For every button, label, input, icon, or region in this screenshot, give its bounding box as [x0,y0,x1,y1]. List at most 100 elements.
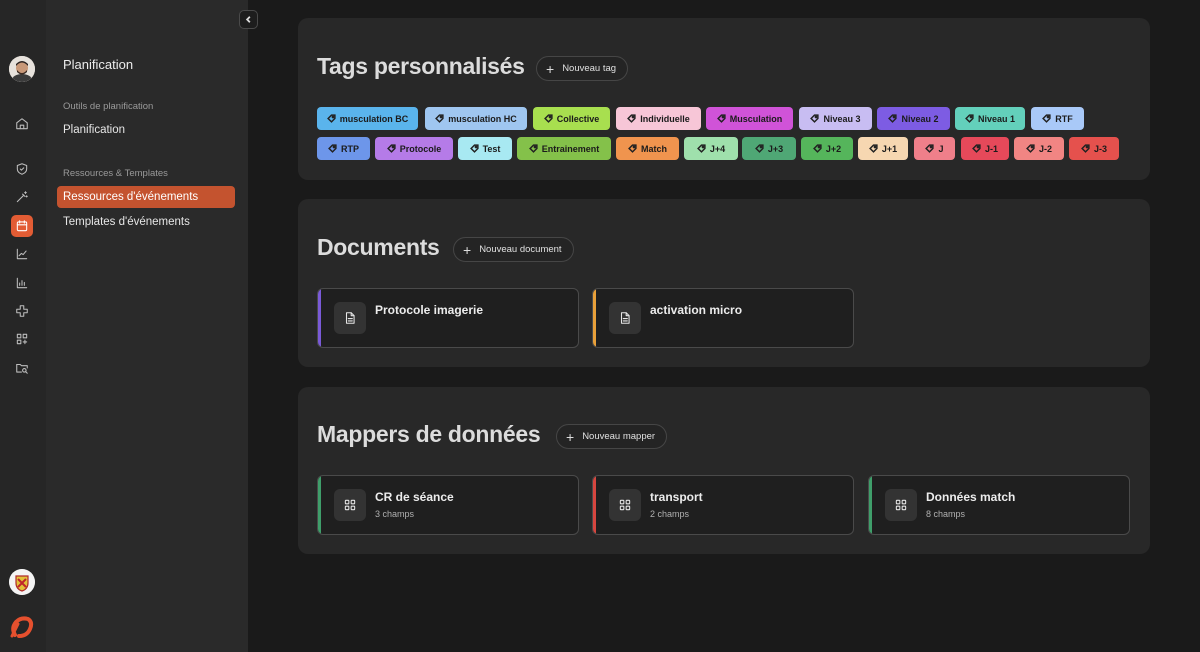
tag-label: Test [482,143,501,154]
tag-chip[interactable]: Niveau 3 [799,107,872,130]
tag-chip[interactable]: Niveau 1 [955,107,1025,130]
new-mapper-button[interactable]: + Nouveau mapper [556,424,668,449]
tag-icon [696,144,706,153]
tag-icon [386,144,396,153]
tag-chip[interactable]: RTF [1031,107,1084,130]
document-icon [334,302,366,334]
mapper-field-count: 3 champs [375,509,415,519]
sidebar-title: Planification [63,57,134,72]
tag-chip[interactable]: J+3 [742,137,796,160]
tag-chip[interactable]: J-3 [1069,137,1119,160]
tag-label: J+3 [767,143,784,154]
new-document-button[interactable]: + Nouveau document [453,237,574,262]
tag-chip[interactable]: J [914,137,955,160]
tags-heading: Tags personnalisés [317,53,525,79]
calendar-icon[interactable] [11,215,33,237]
tag-chip[interactable]: Match [616,137,679,160]
tag-icon [810,114,820,123]
grid-plus-icon[interactable] [11,328,33,350]
tag-chip[interactable]: J-2 [1014,137,1064,160]
tag-label: Match [640,143,667,154]
folder-search-icon[interactable] [11,357,33,379]
tag-chip[interactable]: J+4 [684,137,738,160]
tag-icon [328,144,337,153]
collapse-sidebar-button[interactable] [239,10,258,29]
tag-chip[interactable]: Entrainement [517,137,611,160]
document-card[interactable]: Protocole imagerie [317,288,579,348]
tag-icon [1081,144,1090,153]
tag-label: Niveau 3 [823,113,861,124]
plus-icon: + [463,241,472,258]
tag-chip[interactable]: Collective [533,107,610,130]
new-tag-button[interactable]: + Nouveau tag [536,56,629,81]
tag-label: J-1 [984,143,998,154]
tag-label: J-2 [1038,143,1052,154]
line-chart-icon[interactable] [11,243,33,265]
mapper-card[interactable]: transport 2 champs [592,475,854,535]
tag-icon [1026,144,1035,153]
tag-label: Entrainement [541,143,600,154]
tag-label: J [938,143,944,154]
mappers-card: Mappers de données + Nouveau mapper CR d… [298,387,1150,554]
mappers-heading: Mappers de données [317,421,541,447]
tag-chip[interactable]: musculation BC [317,107,418,130]
tag-icon [469,144,479,153]
mapper-card[interactable]: CR de séance 3 champs [317,475,579,535]
tag-label: J+2 [825,143,842,154]
mapper-card[interactable]: Données match 8 champs [868,475,1130,535]
home-icon[interactable] [11,113,33,135]
documents-heading: Documents [317,234,440,260]
new-tag-label: Nouveau tag [562,63,617,74]
section-label-planning-tools: Outils de planification [63,101,154,112]
tag-icon [965,114,974,123]
mapper-title: transport [650,490,703,504]
section-label-resources-templates: Ressources & Templates [63,168,168,179]
tag-label: Musculation [729,113,783,124]
tag-label: J+4 [709,143,726,154]
tag-label: J+1 [881,143,898,154]
tag-label: RTF [1055,113,1073,124]
tag-icon [716,114,726,123]
tag-chip[interactable]: Protocole [375,137,453,160]
card-accent [593,476,596,534]
sidebar-item-event-templates[interactable]: Templates d'événements [57,211,235,233]
card-accent [318,289,321,347]
shield-icon[interactable] [11,158,33,180]
tag-label: Niveau 1 [977,113,1016,124]
tag-chip[interactable]: J+2 [801,137,853,160]
tag-icon [754,144,764,153]
plus-icon: + [546,60,555,77]
medical-cross-icon[interactable] [11,300,33,322]
sidebar-item-event-resources[interactable]: Ressources d'événements [57,186,235,208]
tag-label: Collective [556,113,600,124]
tag-chip[interactable]: RTP [317,137,370,160]
magic-wand-icon[interactable] [11,186,33,208]
club-logo[interactable] [9,569,35,595]
document-card[interactable]: activation micro [592,288,854,348]
grid-icon [885,489,917,521]
planning-sidebar: Planification Outils de planification Pl… [46,0,248,652]
tag-label: Individuelle [640,113,690,124]
bar-chart-icon[interactable] [11,272,33,294]
tag-label: Protocole [399,143,442,154]
tag-icon [812,144,822,153]
tag-icon [627,114,636,123]
chevron-left-icon [245,16,251,23]
brand-logo [10,616,34,638]
new-mapper-label: Nouveau mapper [582,431,656,442]
tag-chip[interactable]: Musculation [706,107,793,130]
tag-icon [868,144,878,153]
sidebar-item-planification[interactable]: Planification [57,119,235,141]
user-avatar[interactable] [9,56,35,82]
tag-chip[interactable]: Niveau 2 [877,107,950,130]
tag-chip[interactable]: Test [458,137,512,160]
tag-label: Niveau 2 [901,113,939,124]
icon-rail [0,0,46,652]
tag-icon [888,114,898,123]
tag-chip[interactable]: J-1 [961,137,1009,160]
grid-icon [334,489,366,521]
tag-chip[interactable]: J+1 [858,137,908,160]
tag-chip[interactable]: Individuelle [616,107,701,130]
tag-chip[interactable]: musculation HC [425,107,527,130]
tag-icon [628,144,637,153]
